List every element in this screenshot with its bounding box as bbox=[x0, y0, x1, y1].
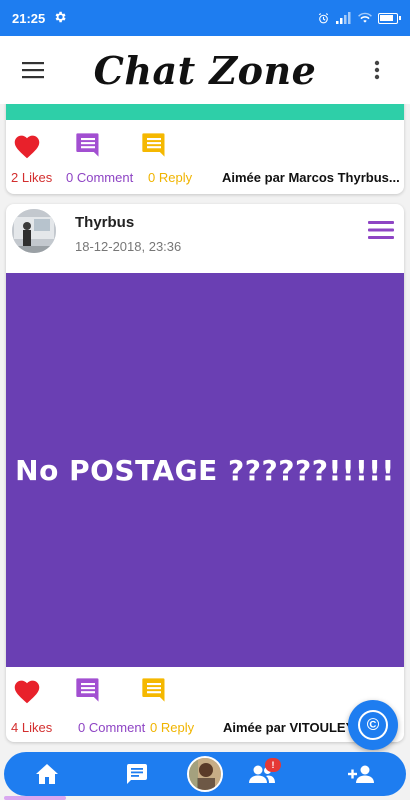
home-icon[interactable] bbox=[25, 752, 69, 796]
settings-icon bbox=[53, 10, 67, 27]
copyright-icon: © bbox=[358, 710, 388, 740]
post-feed[interactable]: 2 Likes 0 Comment 0 Reply Aimée par Marc… bbox=[0, 104, 410, 750]
nav-active-indicator bbox=[4, 796, 66, 800]
author-avatar[interactable] bbox=[12, 209, 56, 253]
replies-count[interactable]: 0 Reply bbox=[148, 170, 192, 185]
signal-icon bbox=[336, 12, 352, 24]
wifi-icon bbox=[358, 12, 372, 24]
status-indicators bbox=[317, 12, 401, 25]
comment-icon[interactable] bbox=[71, 675, 105, 705]
battery-icon bbox=[378, 12, 401, 24]
post-content[interactable]: No POSTAGE ??????!!!!! bbox=[6, 273, 404, 667]
comment-icon[interactable] bbox=[71, 130, 105, 160]
app-title: Chat Zone bbox=[93, 47, 317, 93]
post-timestamp: 18-12-2018, 23:36 bbox=[75, 239, 182, 254]
post-header: Thyrbus 18-12-2018, 23:36 bbox=[6, 204, 404, 266]
hamburger-icon[interactable] bbox=[368, 220, 394, 242]
alarm-icon bbox=[317, 12, 330, 25]
likes-count[interactable]: 2 Likes bbox=[11, 170, 52, 185]
comments-count[interactable]: 0 Comment bbox=[78, 720, 145, 735]
post-image-strip bbox=[6, 104, 404, 120]
liked-by[interactable]: Aimée par VITOULEY bbox=[223, 720, 354, 735]
post-author[interactable]: Thyrbus bbox=[75, 214, 134, 231]
menu-icon[interactable] bbox=[18, 55, 48, 85]
replies-count[interactable]: 0 Reply bbox=[150, 720, 194, 735]
more-vert-icon[interactable] bbox=[362, 55, 392, 85]
post-card: Thyrbus 18-12-2018, 23:36 No POSTAGE ???… bbox=[6, 204, 404, 742]
add-friend-icon[interactable] bbox=[340, 752, 384, 796]
comments-count[interactable]: 0 Comment bbox=[66, 170, 133, 185]
avatar bbox=[187, 756, 223, 792]
reply-icon[interactable] bbox=[137, 130, 171, 160]
heart-icon[interactable] bbox=[10, 675, 44, 705]
liked-by[interactable]: Aimée par Marcos Thyrbus... bbox=[222, 170, 400, 185]
app-bar: Chat Zone bbox=[0, 36, 410, 104]
post-text: No POSTAGE ??????!!!!! bbox=[15, 453, 395, 487]
chat-icon[interactable] bbox=[115, 752, 159, 796]
heart-icon[interactable] bbox=[10, 130, 44, 160]
status-time: 21:25 bbox=[12, 10, 46, 26]
profile-avatar[interactable] bbox=[183, 752, 227, 796]
likes-count[interactable]: 4 Likes bbox=[11, 720, 52, 735]
friends-badge: ! bbox=[265, 758, 281, 772]
post-card: 2 Likes 0 Comment 0 Reply Aimée par Marc… bbox=[6, 104, 404, 194]
people-icon[interactable]: ! bbox=[240, 752, 284, 796]
reply-icon[interactable] bbox=[137, 675, 171, 705]
bottom-nav: ! bbox=[4, 752, 406, 796]
copyright-fab[interactable]: © bbox=[348, 700, 398, 750]
status-bar: 21:25 bbox=[0, 0, 410, 36]
